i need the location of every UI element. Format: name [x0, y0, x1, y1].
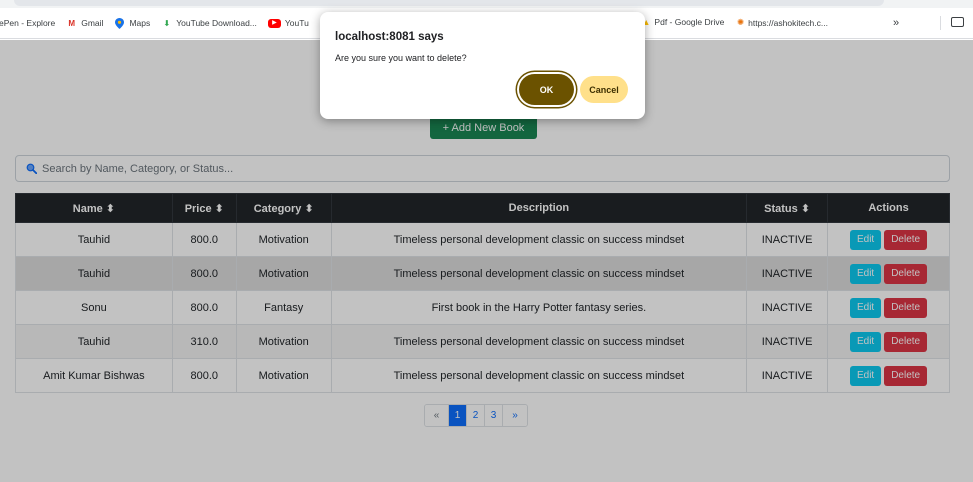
edit-button[interactable]: Edit: [849, 365, 882, 386]
cell-description: Timeless personal development classic on…: [330, 222, 748, 257]
header-name[interactable]: Name ⬍: [15, 193, 173, 223]
cell-description: Timeless personal development classic on…: [330, 256, 748, 291]
cell-actions: Edit Delete: [827, 222, 950, 257]
header-actions: Actions: [827, 193, 950, 223]
bookmark-label: https://ashokitech.c...: [748, 17, 828, 28]
cell-description: Timeless personal development classic on…: [330, 358, 748, 393]
cell-actions: Edit Delete: [827, 290, 950, 325]
cell-price: 800.0: [171, 290, 237, 325]
cancel-button[interactable]: Cancel: [580, 76, 628, 103]
pagination-next[interactable]: »: [503, 405, 527, 426]
bookmark-label: Pdf - Google Drive: [654, 17, 725, 27]
table-row: Amit Kumar Bishwas 800.0 Motivation Time…: [15, 358, 950, 393]
pagination-prev[interactable]: «: [425, 405, 449, 426]
cell-status: INACTIVE: [746, 256, 829, 291]
table-row: Tauhid 800.0 Motivation Timeless persona…: [15, 256, 950, 291]
edit-button[interactable]: Edit: [849, 263, 882, 284]
site-favicon-icon: ✺: [737, 17, 745, 27]
header-description: Description: [330, 193, 748, 223]
bookmark-label: Maps: [129, 18, 151, 28]
cell-name: Sonu: [15, 290, 173, 325]
bookmark-google-drive[interactable]: ▲ Pdf - Google Drive: [642, 17, 724, 27]
bookmark-ashokitech[interactable]: ✺ https://ashokitech.c...: [737, 17, 828, 28]
table-header-row: Name ⬍ Price ⬍ Category ⬍ Description St…: [15, 193, 950, 223]
cell-status: INACTIVE: [746, 324, 829, 359]
table-row: Sonu 800.0 Fantasy First book in the Har…: [15, 290, 950, 325]
cell-actions: Edit Delete: [827, 256, 950, 291]
cell-category: Motivation: [235, 222, 332, 257]
cell-category: Motivation: [235, 324, 332, 359]
cell-name: Amit Kumar Bishwas: [15, 358, 173, 393]
delete-button[interactable]: Delete: [884, 331, 928, 352]
cell-status: INACTIVE: [746, 222, 829, 257]
cell-name: Tauhid: [15, 222, 173, 257]
address-bar[interactable]: [14, 0, 884, 6]
bookmark-label: Gmail: [81, 18, 104, 28]
search-placeholder: Search by Name, Category, or Status...: [42, 162, 234, 175]
divider: [940, 16, 941, 30]
cell-category: Motivation: [235, 256, 332, 291]
edit-button[interactable]: Edit: [849, 331, 882, 352]
cell-actions: Edit Delete: [827, 324, 950, 359]
cell-description: Timeless personal development classic on…: [330, 324, 748, 359]
header-category[interactable]: Category ⬍: [235, 193, 332, 223]
delete-button[interactable]: Delete: [884, 263, 928, 284]
cell-price: 800.0: [171, 256, 237, 291]
cell-price: 800.0: [171, 222, 237, 257]
cell-description: First book in the Harry Potter fantasy s…: [330, 290, 748, 325]
cell-name: Tauhid: [15, 324, 173, 359]
delete-button[interactable]: Delete: [884, 297, 928, 318]
bookmark-youtube[interactable]: ▶ YouTu: [267, 18, 309, 28]
youtube-icon: ▶: [267, 18, 281, 28]
cell-actions: Edit Delete: [827, 358, 950, 393]
search-input[interactable]: Search by Name, Category, or Status...: [15, 155, 950, 182]
cell-status: INACTIVE: [746, 290, 829, 325]
gmail-icon: M: [68, 18, 76, 28]
bookmark-youtube-download[interactable]: ⬇ YouTube Download...: [161, 18, 257, 29]
bookmark-label: YouTube Download...: [176, 18, 257, 28]
cell-category: Motivation: [235, 358, 332, 393]
bookmark-codepen[interactable]: ePen - Explore: [0, 18, 55, 28]
search-icon: [26, 163, 37, 174]
table-row: Tauhid 800.0 Motivation Timeless persona…: [15, 222, 950, 257]
header-status[interactable]: Status ⬍: [746, 193, 829, 223]
pagination-page-1[interactable]: 1: [449, 405, 467, 426]
folder-icon[interactable]: [951, 17, 964, 27]
pagination-page-2[interactable]: 2: [467, 405, 485, 426]
cell-name: Tauhid: [15, 256, 173, 291]
bookmarks-overflow-button[interactable]: »: [893, 17, 899, 29]
bookmark-maps[interactable]: Maps: [114, 17, 151, 29]
add-new-book-button[interactable]: + Add New Book: [430, 116, 537, 139]
table-row: Tauhid 310.0 Motivation Timeless persona…: [15, 324, 950, 359]
delete-button[interactable]: Delete: [884, 365, 928, 386]
cell-status: INACTIVE: [746, 358, 829, 393]
browser-tab-strip: [0, 0, 973, 8]
books-table: Name ⬍ Price ⬍ Category ⬍ Description St…: [15, 193, 950, 393]
pagination-page-3[interactable]: 3: [485, 405, 503, 426]
maps-pin-icon: [114, 17, 125, 29]
dialog-message: Are you sure you want to delete?: [335, 53, 467, 63]
dialog-title: localhost:8081 says: [335, 31, 444, 43]
cell-price: 800.0: [171, 358, 237, 393]
download-arrow-icon: ⬇: [163, 18, 171, 28]
cell-price: 310.0: [171, 324, 237, 359]
pagination: « 1 2 3 »: [424, 404, 528, 427]
delete-button[interactable]: Delete: [884, 229, 928, 250]
header-price[interactable]: Price ⬍: [171, 193, 237, 223]
bookmark-gmail[interactable]: M Gmail: [66, 18, 103, 29]
bookmark-label: YouTu: [284, 18, 309, 28]
bookmark-label: ePen - Explore: [0, 18, 56, 28]
cell-category: Fantasy: [235, 290, 332, 325]
edit-button[interactable]: Edit: [849, 229, 882, 250]
ok-button[interactable]: OK: [519, 74, 574, 105]
edit-button[interactable]: Edit: [849, 297, 882, 318]
